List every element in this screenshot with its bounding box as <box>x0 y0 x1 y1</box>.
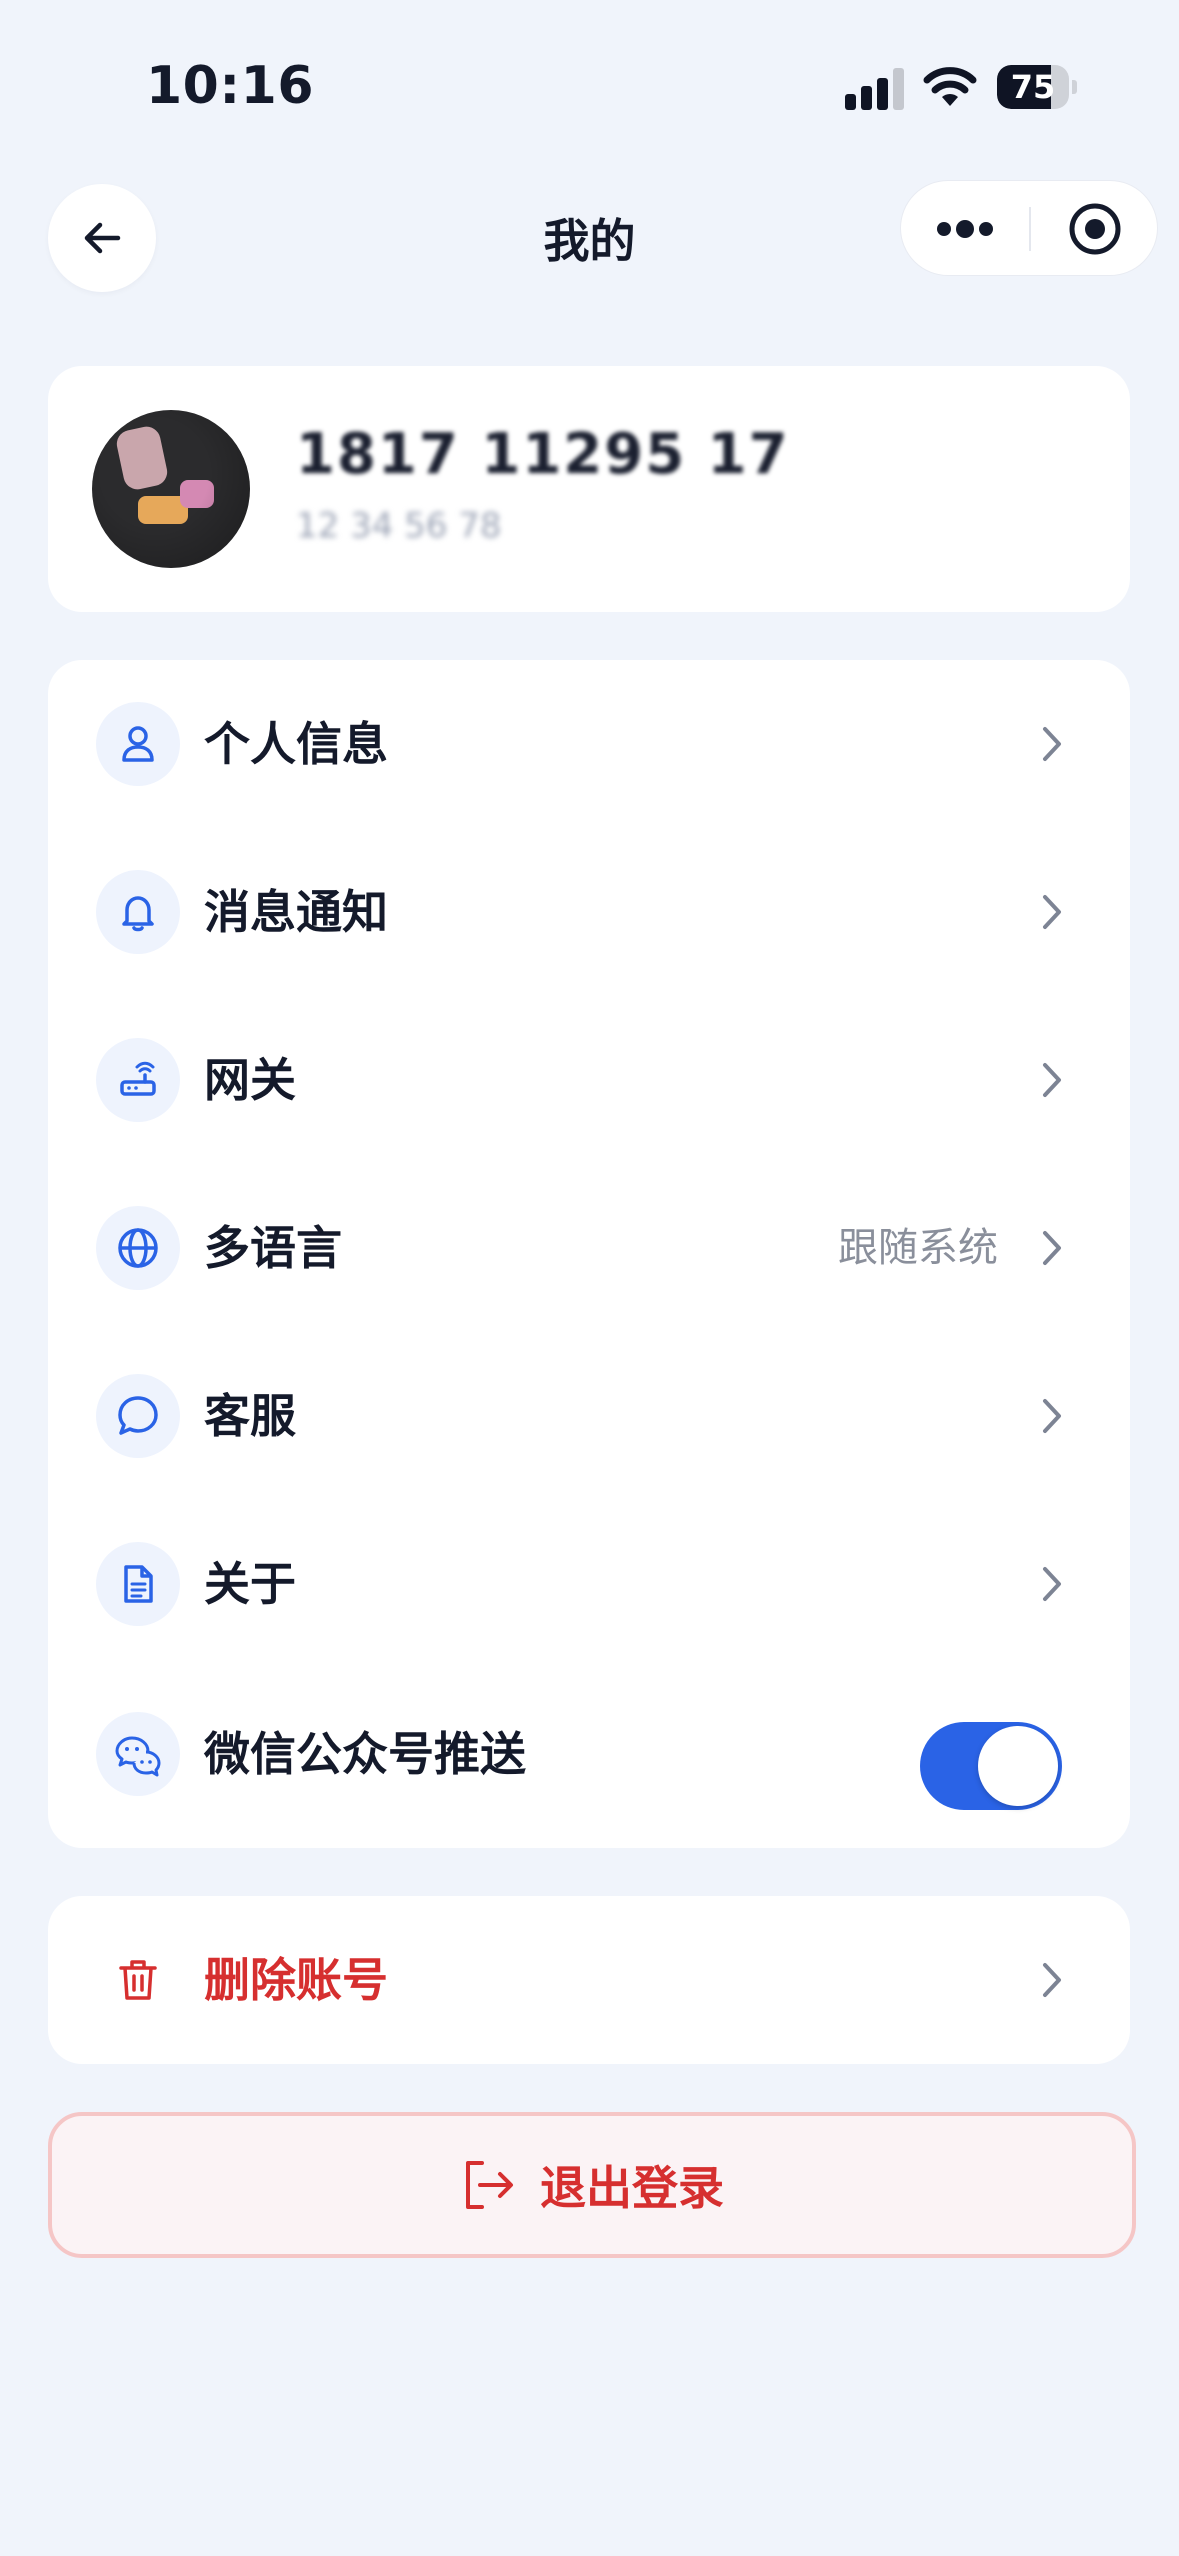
menu-item-notifications[interactable]: 消息通知 <box>48 828 1130 996</box>
chevron-right-icon <box>1030 1394 1074 1438</box>
menu-item-label: 消息通知 <box>204 885 388 939</box>
bell-icon <box>96 870 180 954</box>
more-button[interactable] <box>901 181 1029 277</box>
trash-icon <box>96 1938 180 2022</box>
wifi-icon <box>923 67 977 106</box>
menu-item-wechat-push: 微信公众号推送 <box>48 1670 1130 1838</box>
profile-page: 10:16 75 我的 1817 11295 17 12 34 56 78 个人… <box>0 0 1179 2556</box>
delete-account-button[interactable]: 删除账号 <box>48 1896 1130 2064</box>
user-icon <box>96 702 180 786</box>
globe-icon <box>96 1206 180 1290</box>
chat-bubble-icon <box>96 1374 180 1458</box>
status-time: 10:16 <box>146 56 315 116</box>
menu-item-language[interactable]: 多语言 跟随系统 <box>48 1164 1130 1332</box>
menu-item-about[interactable]: 关于 <box>48 1500 1130 1668</box>
chevron-right-icon <box>1030 1958 1074 2002</box>
close-mini-program-button[interactable] <box>1031 181 1159 277</box>
battery-level: 75 <box>1010 68 1056 106</box>
chevron-right-icon <box>1030 1226 1074 1270</box>
avatar[interactable] <box>92 410 250 568</box>
delete-account-card: 删除账号 <box>48 1896 1130 2064</box>
target-close-icon <box>1069 203 1121 255</box>
router-icon <box>96 1038 180 1122</box>
logout-button[interactable]: 退出登录 <box>48 2112 1136 2258</box>
profile-card[interactable]: 1817 11295 17 12 34 56 78 <box>48 366 1130 612</box>
delete-account-label: 删除账号 <box>204 1953 388 2007</box>
mini-program-capsule <box>900 180 1158 276</box>
chevron-right-icon <box>1030 1562 1074 1606</box>
language-value: 跟随系统 <box>838 1225 998 1271</box>
chevron-right-icon <box>1030 722 1074 766</box>
chevron-right-icon <box>1030 1058 1074 1102</box>
cellular-signal-icon <box>845 68 905 110</box>
document-icon <box>96 1542 180 1626</box>
menu-item-customer-service[interactable]: 客服 <box>48 1332 1130 1500</box>
menu-item-label: 微信公众号推送 <box>204 1727 526 1781</box>
status-bar: 10:16 75 <box>0 0 1179 150</box>
logout-icon <box>466 2161 513 2209</box>
toggle-knob <box>978 1726 1058 1806</box>
menu-item-label: 关于 <box>204 1557 296 1611</box>
profile-name: 1817 11295 17 <box>296 422 790 487</box>
menu-item-label: 客服 <box>204 1389 296 1443</box>
logout-label: 退出登录 <box>540 2161 724 2215</box>
menu-item-label: 网关 <box>204 1053 296 1107</box>
wechat-push-toggle[interactable] <box>920 1722 1062 1810</box>
more-dots-icon <box>937 220 993 238</box>
menu-item-gateway[interactable]: 网关 <box>48 996 1130 1164</box>
menu-item-label: 多语言 <box>204 1221 342 1275</box>
menu-item-personal-info[interactable]: 个人信息 <box>48 660 1130 828</box>
chevron-right-icon <box>1030 890 1074 934</box>
battery-icon: 75 <box>997 65 1077 109</box>
menu-item-label: 个人信息 <box>204 717 388 771</box>
profile-subtitle: 12 34 56 78 <box>296 506 502 546</box>
settings-menu: 个人信息 消息通知 网关 多语言 跟随系统 客服 关于 微信公众号推送 <box>48 660 1130 1848</box>
wechat-icon <box>96 1712 180 1796</box>
